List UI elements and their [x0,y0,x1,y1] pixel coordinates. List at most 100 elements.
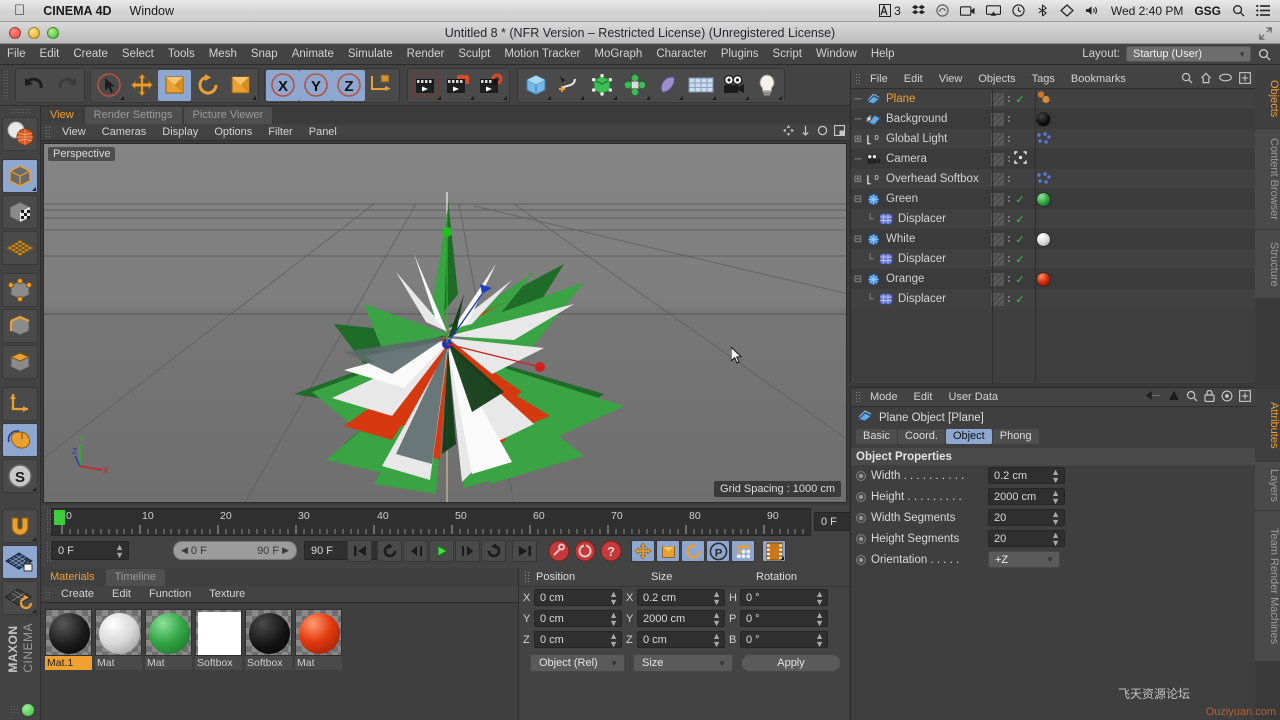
edge-mode-button[interactable] [2,309,38,343]
sphere-globe-icon[interactable] [2,117,38,151]
play-button[interactable] [429,540,454,562]
spinner-icon[interactable]: ▲▼ [712,631,721,648]
spinner-icon[interactable]: ▲▼ [1051,488,1060,505]
objmgr-menu-file[interactable]: File [862,73,896,85]
camera-button[interactable] [717,70,750,101]
spinner-icon[interactable]: ▲▼ [815,610,824,627]
spotlight-search-icon[interactable] [1232,4,1245,17]
adobe-cc-icon[interactable]: 3 [879,4,901,18]
right-tab-objects[interactable]: Objects [1255,70,1280,128]
maximize-view-icon[interactable] [834,125,846,139]
table-row[interactable]: ⊞ 0 Global Light ✓ [851,129,1255,149]
spinner-icon[interactable]: ▲▼ [609,631,618,648]
timeline-playhead[interactable] [54,510,65,525]
menu-motion-tracker[interactable]: Motion Tracker [497,44,587,65]
floor-grid-button[interactable] [684,70,717,101]
objmgr-menu-view[interactable]: View [931,73,971,85]
3d-viewport[interactable]: Perspective Grid Spacing : 1000 cm Y X Z [43,143,847,503]
spline-pen-button[interactable] [552,70,585,101]
material-item[interactable]: Mat [145,609,192,670]
move-button[interactable] [125,70,158,101]
enabled-check-icon[interactable]: ✓ [1014,93,1026,106]
size-y-field[interactable]: 2000 cm ▲ ▼ [637,610,725,627]
target-icon[interactable] [1221,390,1233,405]
material-tag-black[interactable] [1036,111,1051,127]
tab-materials[interactable]: Materials [41,569,104,586]
tree-expander[interactable]: ⊞ [851,134,865,145]
coordinates-drag-handle[interactable] [524,570,531,584]
menu-simulate[interactable]: Simulate [341,44,400,65]
tab-render-settings[interactable]: Render Settings [84,107,182,124]
property-radio-icon[interactable] [856,491,866,502]
materials-drag-handle[interactable] [45,587,52,601]
menu-help[interactable]: Help [864,44,902,65]
object-name[interactable]: Camera [882,153,927,165]
scale-button[interactable] [158,69,191,101]
range-left-arrow-icon[interactable]: ◀ [181,545,188,556]
attr-tab-basic[interactable]: Basic [856,429,897,444]
lock-x-button[interactable]: X [266,69,299,101]
size-z-field[interactable]: 0 cm ▲ ▼ [637,631,725,648]
apply-button[interactable]: Apply [741,654,841,672]
attributes-menu-user-data[interactable]: User Data [941,391,1007,403]
object-manager-drag-handle[interactable] [855,72,862,86]
rotation-h-field[interactable]: 0 ° ▲ ▼ [740,589,828,606]
goto-start-button[interactable] [347,540,372,562]
material-swatch[interactable] [95,609,142,656]
bend-deformer-button[interactable] [651,70,684,101]
viewport-menu-cameras[interactable]: Cameras [94,126,155,138]
model-mode-button[interactable] [2,159,38,193]
cube-primitive-button[interactable] [519,70,552,101]
grid-lock-icon[interactable] [2,545,38,579]
property-radio-icon[interactable] [856,470,866,481]
objmgr-menu-edit[interactable]: Edit [896,73,931,85]
materials-menu-create[interactable]: Create [52,588,103,600]
viewport-menu-filter[interactable]: Filter [260,126,300,138]
enabled-check-icon[interactable]: ✓ [1014,273,1026,286]
table-row[interactable]: ─ Camera [851,149,1255,169]
position-z-field[interactable]: 0 cm ▲ ▼ [534,631,622,648]
object-name[interactable]: Displacer [894,253,946,265]
position-y-field[interactable]: 0 cm ▲ ▼ [534,610,622,627]
back-arrow-icon[interactable] [1145,390,1162,404]
viewport-drag-handle[interactable] [45,125,52,139]
attr-tab-object[interactable]: Object [945,429,992,444]
target-tag-icon[interactable] [1014,151,1027,167]
tree-expander[interactable]: ⊟ [851,234,865,245]
material-tag-white[interactable] [1036,231,1051,247]
visibility-dots[interactable] [1006,256,1012,262]
key-scale-button[interactable] [656,540,680,562]
size-mode-dropdown[interactable]: Size ▼ [633,654,733,672]
play-reverse-button[interactable] [481,540,506,562]
visibility-dots[interactable] [1006,116,1012,122]
object-name[interactable]: Orange [882,273,924,285]
key-position-button[interactable] [631,540,655,562]
spinner-icon[interactable]: ▲▼ [815,631,824,648]
volume-icon[interactable] [1085,4,1100,17]
material-item[interactable]: Mat.1 [45,609,92,670]
menu-sculpt[interactable]: Sculpt [451,44,497,65]
light-bulb-button[interactable] [750,70,783,101]
spinner-icon[interactable]: ▲▼ [115,542,124,559]
object-name[interactable]: Plane [882,93,915,105]
screen-recorder-icon[interactable] [959,5,975,17]
menu-mesh[interactable]: Mesh [202,44,244,65]
visibility-dots[interactable] [1006,156,1012,162]
render-settings-button[interactable] [475,70,508,101]
orientation-dropdown[interactable]: +Z ▼ [988,551,1060,568]
autokey-button[interactable] [572,540,597,562]
dropbox-badge-icon[interactable] [1059,4,1074,17]
visibility-dots[interactable] [1006,176,1012,182]
material-item[interactable]: Softbox [245,609,292,670]
menu-render[interactable]: Render [400,44,452,65]
status-drag-handle[interactable] [9,705,19,715]
attr-tab-phong[interactable]: Phong [992,429,1039,444]
viewport-menu-display[interactable]: Display [154,126,206,138]
mograph-tag[interactable] [1036,171,1052,188]
enabled-check-icon[interactable]: ✓ [1014,293,1026,306]
object-name[interactable]: Displacer [894,293,946,305]
tree-expander[interactable]: ⊟ [851,274,865,285]
search-icon[interactable] [1186,390,1198,405]
clock-label[interactable]: Wed 2:40 PM [1111,4,1183,18]
texture-mode-button[interactable] [2,195,38,229]
